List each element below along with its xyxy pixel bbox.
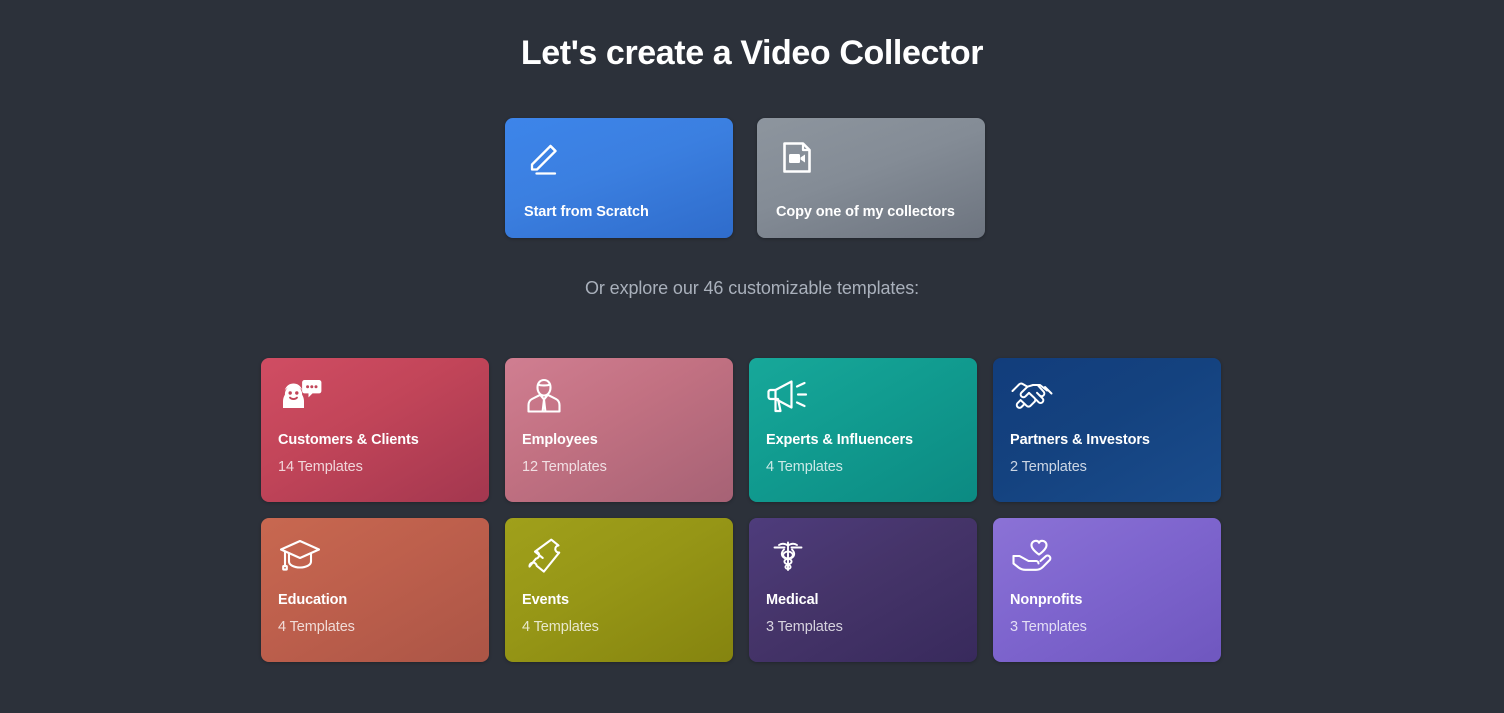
megaphone-icon bbox=[766, 374, 810, 418]
start-from-scratch-card[interactable]: Start from Scratch bbox=[505, 118, 733, 238]
template-title: Customers & Clients bbox=[278, 432, 419, 448]
template-card-customers-clients[interactable]: Customers & Clients 14 Templates bbox=[261, 358, 489, 502]
handshake-icon bbox=[1010, 374, 1054, 418]
pencil-icon bbox=[524, 136, 566, 178]
video-document-icon bbox=[776, 136, 818, 178]
template-title: Partners & Investors bbox=[1010, 432, 1150, 448]
ticket-icon bbox=[522, 534, 566, 578]
template-card-medical[interactable]: Medical 3 Templates bbox=[749, 518, 977, 662]
graduation-cap-icon bbox=[278, 534, 322, 578]
template-count: 14 Templates bbox=[278, 459, 363, 475]
template-title: Events bbox=[522, 592, 569, 608]
create-collector-page: Let's create a Video Collector Start fro… bbox=[0, 0, 1504, 713]
copy-my-collectors-label: Copy one of my collectors bbox=[776, 204, 955, 220]
template-card-experts-influencers[interactable]: Experts & Influencers 4 Templates bbox=[749, 358, 977, 502]
template-card-nonprofits[interactable]: Nonprofits 3 Templates bbox=[993, 518, 1221, 662]
template-title: Education bbox=[278, 592, 348, 608]
page-title: Let's create a Video Collector bbox=[520, 34, 984, 72]
template-title: Experts & Influencers bbox=[766, 432, 913, 448]
template-title: Nonprofits bbox=[1010, 592, 1083, 608]
copy-my-collectors-card[interactable]: Copy one of my collectors bbox=[757, 118, 985, 238]
employee-icon bbox=[522, 374, 566, 418]
template-card-partners-investors[interactable]: Partners & Investors 2 Templates bbox=[993, 358, 1221, 502]
template-card-events[interactable]: Events 4 Templates bbox=[505, 518, 733, 662]
customer-chat-icon bbox=[278, 374, 322, 418]
template-title: Employees bbox=[522, 432, 598, 448]
template-title: Medical bbox=[766, 592, 819, 608]
template-count: 3 Templates bbox=[1010, 619, 1087, 635]
templates-grid: Customers & Clients 14 Templates Employe… bbox=[261, 358, 1221, 662]
template-count: 4 Templates bbox=[278, 619, 355, 635]
primary-actions: Start from Scratch Copy one of my collec… bbox=[505, 118, 985, 238]
template-count: 3 Templates bbox=[766, 619, 843, 635]
template-card-education[interactable]: Education 4 Templates bbox=[261, 518, 489, 662]
template-count: 12 Templates bbox=[522, 459, 607, 475]
templates-subtitle: Or explore our 46 customizable templates… bbox=[584, 278, 920, 298]
template-count: 4 Templates bbox=[766, 459, 843, 475]
template-card-employees[interactable]: Employees 12 Templates bbox=[505, 358, 733, 502]
caduceus-icon bbox=[766, 534, 810, 578]
heart-hand-icon bbox=[1010, 534, 1054, 578]
template-count: 4 Templates bbox=[522, 619, 599, 635]
start-from-scratch-label: Start from Scratch bbox=[524, 204, 649, 220]
template-count: 2 Templates bbox=[1010, 459, 1087, 475]
